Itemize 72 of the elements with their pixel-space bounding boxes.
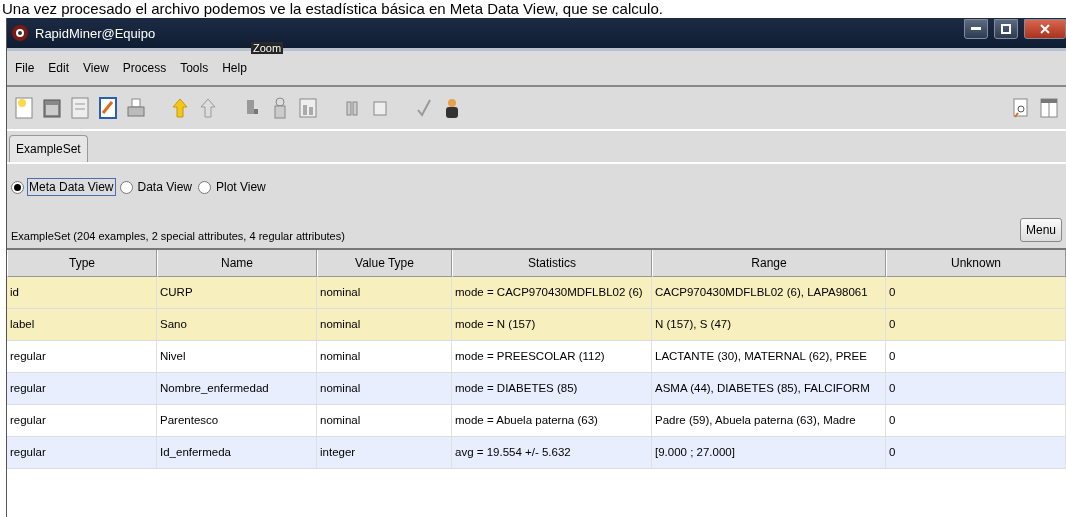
table-cell: CACP970430MDFLBL02 (6), LAPA98061: [652, 277, 886, 309]
window-title: RapidMiner@Equipo: [35, 25, 157, 41]
radio-button[interactable]: [11, 180, 24, 194]
radio-label[interactable]: Plot View: [214, 178, 268, 196]
table-cell: regular: [7, 405, 157, 437]
summary-text: ExampleSet (204 examples, 2 special attributes, 4 regular attributes): [11, 230, 345, 242]
table-cell: mode = N (157): [452, 309, 652, 341]
table-cell: nominal: [317, 341, 452, 373]
table-cell: CURP: [157, 277, 317, 309]
radio-button[interactable]: [119, 180, 133, 194]
table-cell: 0: [886, 277, 1066, 309]
table-cell: Nombre_enfermedad: [157, 373, 317, 405]
table-cell: Padre (59), Abuela paterna (63), Madre: [652, 405, 886, 437]
app-logo-icon: [11, 24, 29, 42]
table-cell: 0: [886, 437, 1066, 469]
restore-icon: [1001, 24, 1011, 34]
table-cell: N (157), S (47): [652, 309, 886, 341]
tab[interactable]: ExampleSet: [9, 135, 88, 162]
column-header[interactable]: Statistics: [452, 250, 652, 277]
table-cell: [9.000 ; 27.000]: [652, 437, 886, 469]
table-cell: nominal: [317, 373, 452, 405]
table-cell: Sano: [157, 309, 317, 341]
table-cell: LACTANTE (30), MATERNAL (62), PREE: [652, 341, 886, 373]
radio-button[interactable]: [198, 180, 211, 194]
menu-item[interactable]: File: [15, 61, 35, 75]
menu-item[interactable]: View: [83, 61, 109, 75]
table-icon[interactable]: [1038, 96, 1060, 120]
edit-icon[interactable]: [97, 96, 119, 120]
table-cell: ASMA (44), DIABETES (85), FALCIFORM: [652, 373, 886, 405]
table-cell: id: [7, 277, 157, 309]
radio-label[interactable]: Data View: [135, 178, 194, 196]
table-cell: mode = CACP970430MDFLBL02 (6): [452, 277, 652, 309]
table-cell: mode = Abuela paterna (63): [452, 405, 652, 437]
minimize-button[interactable]: [964, 19, 988, 39]
print-icon[interactable]: [125, 96, 147, 120]
table-cell: Id_enfermeda: [157, 437, 317, 469]
table-cell: regular: [7, 341, 157, 373]
tooltip: Zoom: [251, 42, 284, 54]
table-cell: mode = PREESCOLAR (112): [452, 341, 652, 373]
table-cell: 0: [886, 309, 1066, 341]
column-header[interactable]: Unknown: [886, 250, 1066, 277]
table-cell: Parentesco: [157, 405, 317, 437]
table-cell: avg = 19.554 +/- 5.632: [452, 437, 652, 469]
radio-label[interactable]: Meta Data View: [27, 178, 116, 196]
layout-icon[interactable]: [297, 96, 319, 120]
menu-item[interactable]: Edit: [48, 61, 70, 75]
table-cell: mode = DIABETES (85): [452, 373, 652, 405]
table-cell: 0: [886, 341, 1066, 373]
close-icon: [1040, 24, 1050, 34]
column-header[interactable]: Name: [157, 250, 317, 277]
new-file-icon[interactable]: [13, 96, 35, 120]
table-cell: integer: [317, 437, 452, 469]
menu-button[interactable]: Menu: [1019, 218, 1062, 242]
table-cell: regular: [7, 373, 157, 405]
table-cell: nominal: [317, 405, 452, 437]
table-cell: 0: [886, 405, 1066, 437]
table-cell: label: [7, 309, 157, 341]
column-header[interactable]: Value Type: [317, 250, 452, 277]
caption-text: Una vez procesado el archivo podemos ve la estadística básica en Meta Data View, que se calculo.: [1, 0, 664, 18]
column-header[interactable]: Range: [652, 250, 886, 277]
table-cell: nominal: [317, 309, 452, 341]
table-cell: Nivel: [157, 341, 317, 373]
column-header[interactable]: Type: [7, 250, 157, 277]
minimize-icon: [971, 27, 981, 31]
table-cell: regular: [7, 437, 157, 469]
menu-item[interactable]: Help: [222, 61, 247, 75]
restore-button[interactable]: [994, 19, 1018, 39]
table-cell: 0: [886, 373, 1066, 405]
menu-item[interactable]: Tools: [180, 61, 209, 75]
table-cell: nominal: [317, 277, 452, 309]
close-button[interactable]: [1024, 19, 1066, 39]
menu-item[interactable]: Process: [122, 61, 167, 75]
